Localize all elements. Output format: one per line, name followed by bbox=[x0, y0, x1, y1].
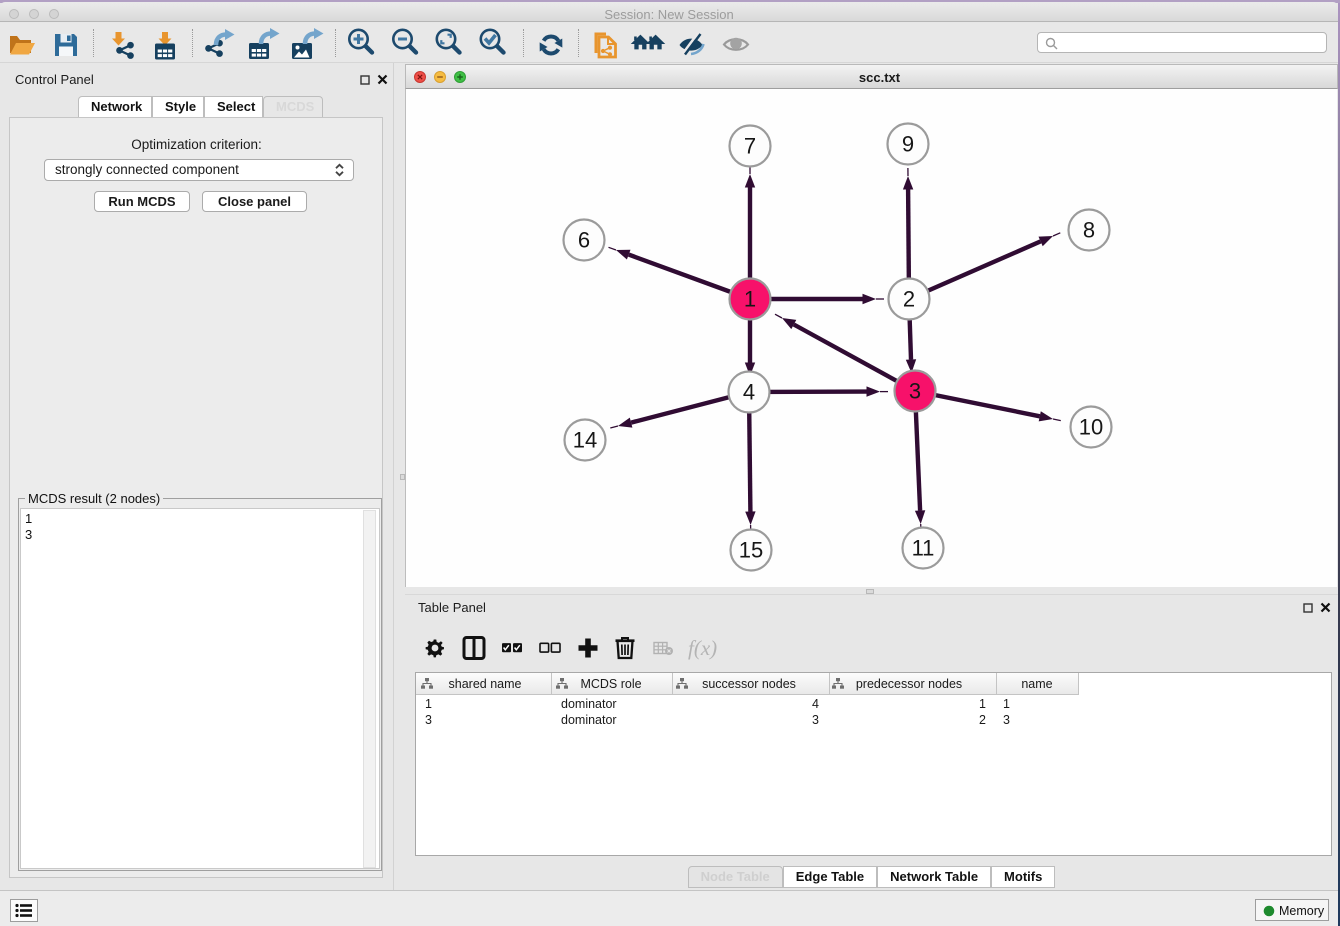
svg-text:4: 4 bbox=[743, 380, 755, 405]
svg-text:7: 7 bbox=[744, 134, 756, 159]
svg-text:f(x): f(x) bbox=[688, 636, 717, 660]
svg-text:10: 10 bbox=[1079, 415, 1103, 440]
svg-text:8: 8 bbox=[1083, 218, 1095, 243]
svg-text:2: 2 bbox=[903, 287, 915, 312]
svg-text:3: 3 bbox=[909, 379, 921, 404]
svg-text:11: 11 bbox=[912, 536, 935, 561]
svg-text:1: 1 bbox=[744, 287, 756, 312]
svg-text:15: 15 bbox=[739, 538, 763, 563]
svg-text:9: 9 bbox=[902, 132, 914, 157]
svg-text:14: 14 bbox=[573, 428, 597, 453]
svg-text:6: 6 bbox=[578, 228, 590, 253]
